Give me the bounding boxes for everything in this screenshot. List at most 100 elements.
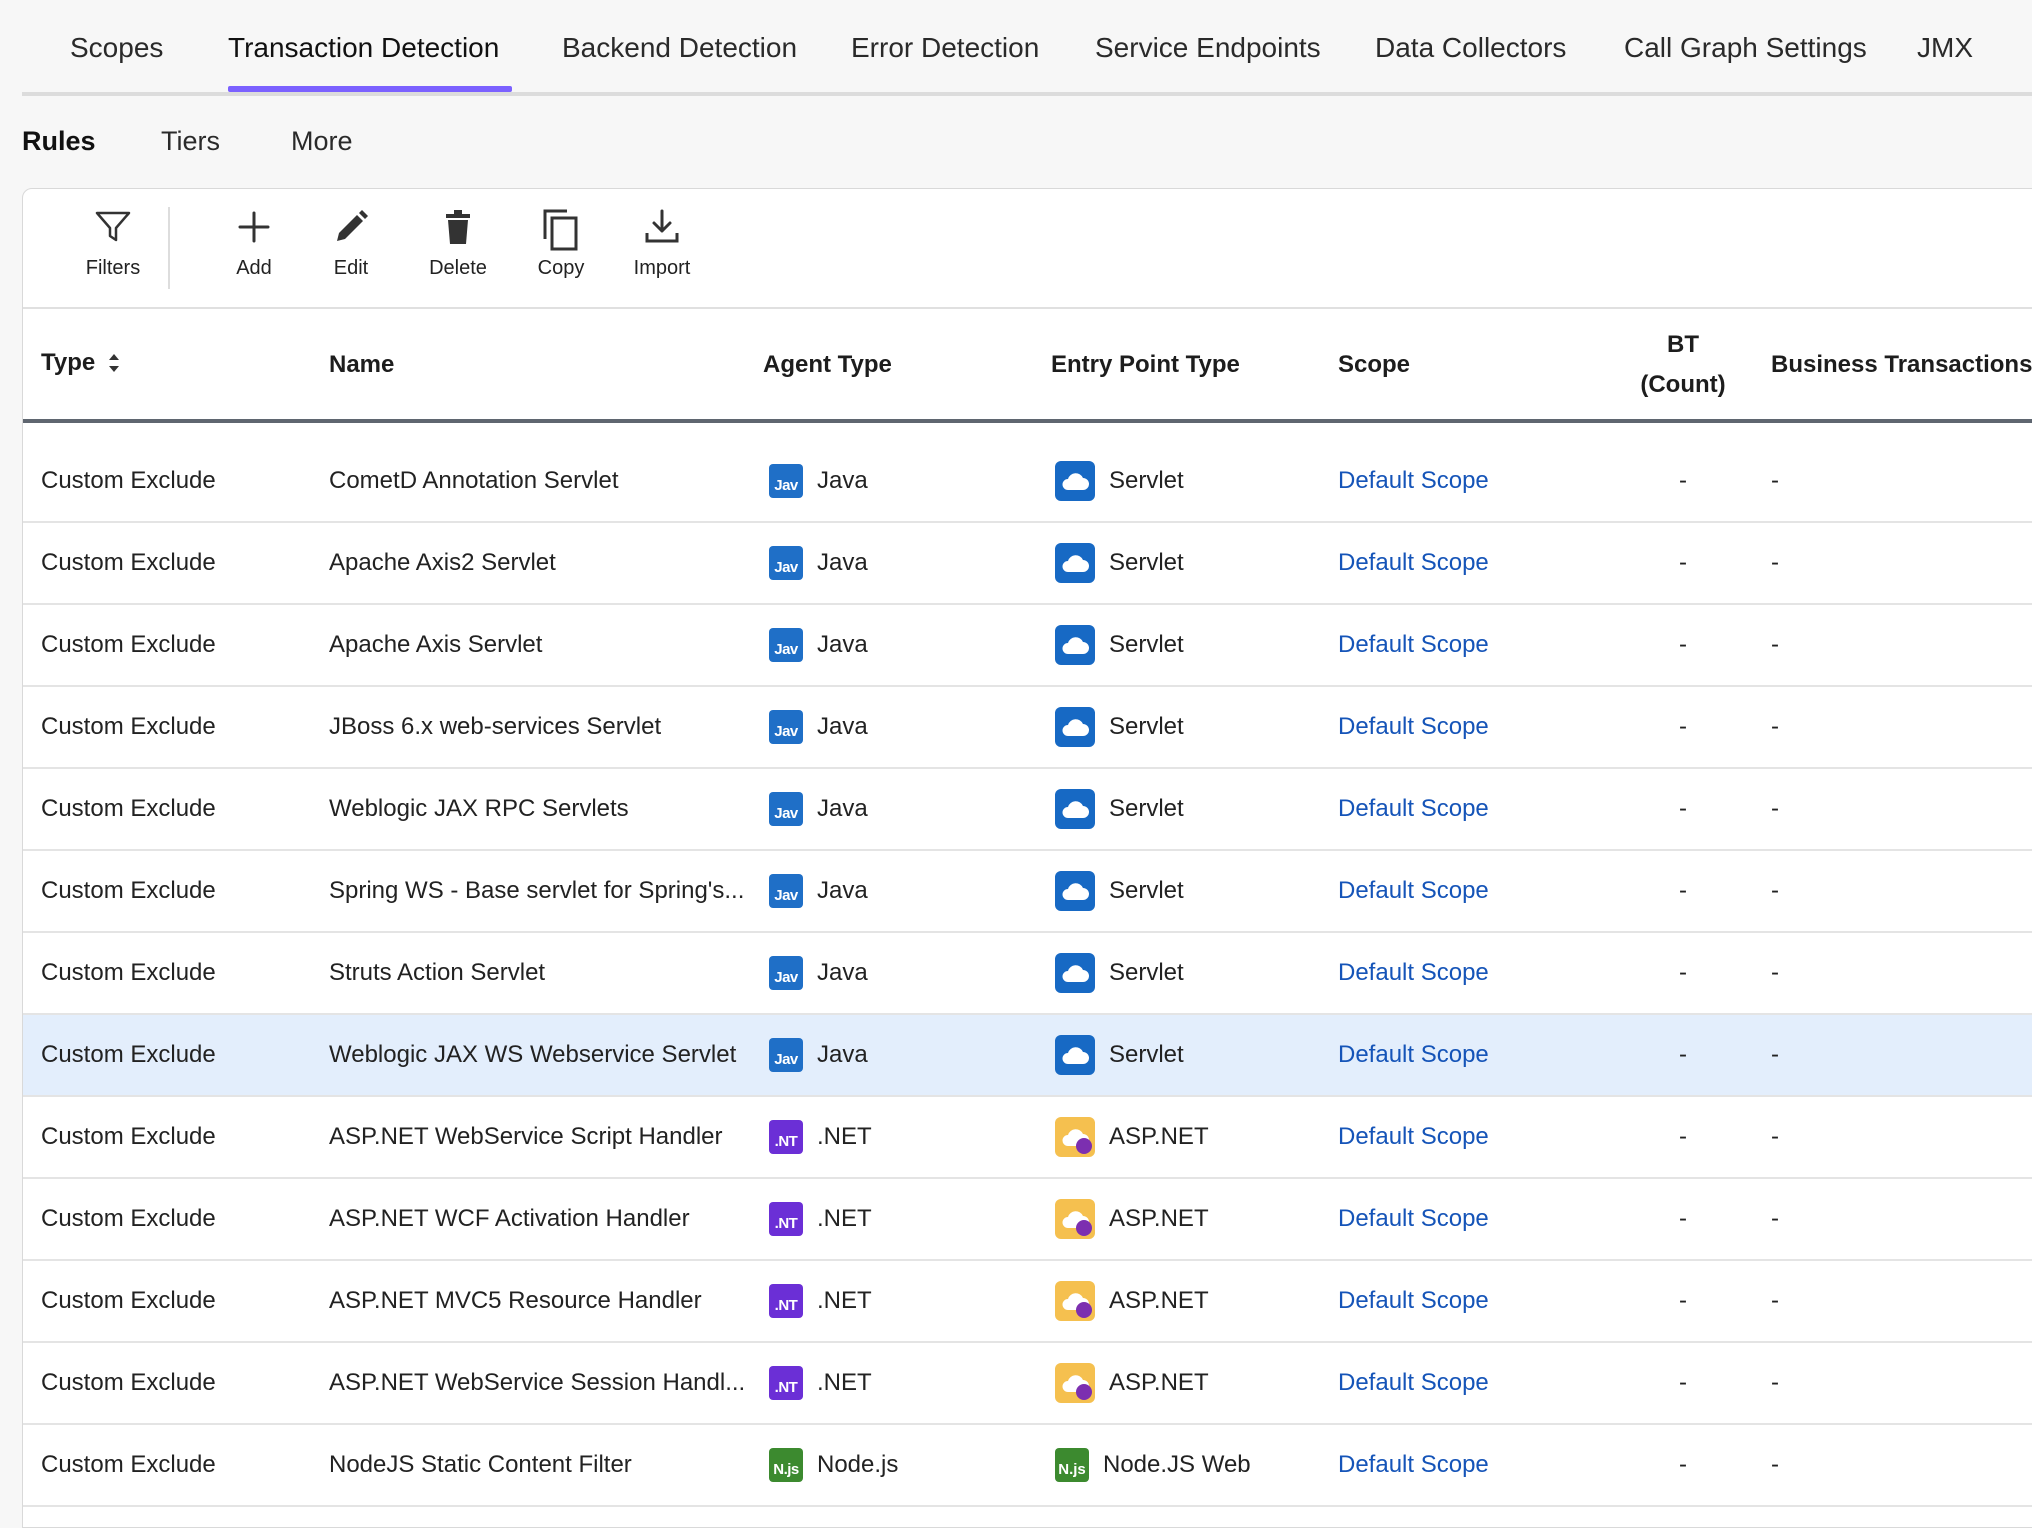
filters-button[interactable]: Filters	[63, 207, 163, 280]
column-bt-line1: BT	[1667, 331, 1699, 358]
java-agent-icon: Jav	[769, 956, 803, 990]
subtab-tiers[interactable]: Tiers	[161, 126, 220, 157]
agent-type-label: .NET	[817, 1123, 872, 1150]
cell-entry-point-type: N.js Node.JS Web	[1055, 1425, 1251, 1505]
scope-link[interactable]: Default Scope	[1338, 1041, 1489, 1069]
cell-entry-point-type: Servlet	[1055, 851, 1184, 931]
cell-agent-type: .NT .NET	[769, 1179, 872, 1259]
edit-button[interactable]: Edit	[316, 207, 386, 280]
cell-type: Custom Exclude	[41, 959, 216, 986]
entry-point-label: ASP.NET	[1109, 1123, 1209, 1150]
table-row[interactable]: Custom Exclude ASP.NET WCF Activation Han…	[23, 1179, 2032, 1261]
cell-business-transactions: -	[1771, 631, 1779, 658]
scope-link[interactable]: Default Scope	[1338, 795, 1489, 823]
filters-label: Filters	[85, 257, 141, 279]
table-row[interactable]: Custom Exclude NodeJS Static Content Filt…	[23, 1425, 2032, 1507]
entry-point-label: Servlet	[1109, 1041, 1184, 1068]
table-row[interactable]: Custom Exclude ASP.NET MVC5 Resource Hand…	[23, 1261, 2032, 1343]
cell-type: Custom Exclude	[41, 1205, 216, 1232]
scope-link[interactable]: Default Scope	[1338, 1123, 1489, 1151]
scope-link[interactable]: Default Scope	[1338, 877, 1489, 905]
cell-bt-count: -	[1679, 1123, 1687, 1150]
cell-entry-point-type: Servlet	[1055, 687, 1184, 767]
column-bt-count: BT (Count)	[1623, 331, 1743, 399]
tab-backend-detection[interactable]: Backend Detection	[562, 32, 797, 64]
tab-transaction-detection[interactable]: Transaction Detection	[228, 32, 499, 64]
tab-call-graph-settings[interactable]: Call Graph Settings	[1624, 32, 1867, 64]
scope-link[interactable]: Default Scope	[1338, 1205, 1489, 1233]
table-row[interactable]: Custom Exclude Spring WS - Base servlet f…	[23, 851, 2032, 933]
column-business-transactions: Business Transactions	[1771, 351, 2032, 378]
cell-type: Custom Exclude	[41, 1369, 216, 1396]
delete-button[interactable]: Delete	[413, 207, 503, 280]
tab-service-endpoints[interactable]: Service Endpoints	[1095, 32, 1321, 64]
cell-business-transactions: -	[1771, 1287, 1779, 1314]
column-type-label: Type	[41, 349, 96, 376]
table-row[interactable]: Custom Exclude Apache Axis2 Servlet Jav Jav…	[23, 523, 2032, 605]
scope-link[interactable]: Default Scope	[1338, 1287, 1489, 1315]
dotnet-agent-icon: .NT	[769, 1366, 803, 1400]
copy-label: Copy	[537, 257, 585, 279]
scope-link[interactable]: Default Scope	[1338, 549, 1489, 577]
cell-agent-type: Jav Java	[769, 605, 868, 685]
agent-type-label: Java	[817, 1041, 868, 1068]
entry-point-label: Servlet	[1109, 959, 1184, 986]
tab-jmx[interactable]: JMX	[1917, 32, 1973, 64]
trash-icon	[446, 210, 470, 244]
servlet-cloud-icon	[1055, 625, 1095, 665]
table-row[interactable]: Custom Exclude ASP.NET WebService Session…	[23, 1343, 2032, 1425]
cell-scope: Default Scope	[1338, 1179, 1489, 1259]
cell-business-transactions: -	[1771, 713, 1779, 740]
scope-link[interactable]: Default Scope	[1338, 631, 1489, 659]
aspnet-cloud-icon	[1055, 1199, 1095, 1239]
servlet-cloud-icon	[1055, 543, 1095, 583]
table-row[interactable]: Custom Exclude Weblogic JAX WS Webservice…	[23, 1015, 2032, 1097]
dotnet-agent-icon: .NT	[769, 1120, 803, 1154]
table-row[interactable]: Custom Exclude CometD Annotation Servlet J…	[23, 441, 2032, 523]
cell-scope: Default Scope	[1338, 851, 1489, 931]
scope-link[interactable]: Default Scope	[1338, 1451, 1489, 1479]
table-header: Type Name Agent Type Entry Point Type Sc…	[23, 309, 2032, 423]
cell-scope: Default Scope	[1338, 687, 1489, 767]
cell-agent-type: .NT .NET	[769, 1343, 872, 1423]
column-name: Name	[329, 351, 395, 378]
subtab-rules[interactable]: Rules	[22, 126, 96, 157]
scope-link[interactable]: Default Scope	[1338, 1369, 1489, 1397]
cell-business-transactions: -	[1771, 1041, 1779, 1068]
table-row[interactable]: Custom Exclude Apache Axis Servlet Jav Java…	[23, 605, 2032, 687]
top-tab-bar: Scopes Transaction Detection Backend Det…	[22, 0, 2032, 96]
cell-agent-type: Jav Java	[769, 687, 868, 767]
cell-type: Custom Exclude	[41, 467, 216, 494]
tab-error-detection[interactable]: Error Detection	[851, 32, 1039, 64]
cell-entry-point-type: Servlet	[1055, 1015, 1184, 1095]
column-agent-type: Agent Type	[763, 351, 892, 378]
table-row[interactable]: Custom Exclude ASP.NET WebService Script …	[23, 1097, 2032, 1179]
cell-business-transactions: -	[1771, 467, 1779, 494]
entry-point-label: ASP.NET	[1109, 1205, 1209, 1232]
entry-point-label: ASP.NET	[1109, 1287, 1209, 1314]
cell-agent-type: Jav Java	[769, 441, 868, 521]
table-row[interactable]: Custom Exclude Weblogic JAX RPC Servlets J…	[23, 769, 2032, 851]
nodejs-entry-icon: N.js	[1055, 1448, 1089, 1482]
entry-point-label: Servlet	[1109, 549, 1184, 576]
scope-link[interactable]: Default Scope	[1338, 713, 1489, 741]
table-row[interactable]: Custom Exclude JBoss 6.x web-services Ser…	[23, 687, 2032, 769]
agent-type-label: .NET	[817, 1369, 872, 1396]
column-type[interactable]: Type	[41, 349, 123, 377]
import-button[interactable]: Import	[621, 207, 703, 280]
scope-link[interactable]: Default Scope	[1338, 959, 1489, 987]
cell-bt-count: -	[1679, 795, 1687, 822]
scope-link[interactable]: Default Scope	[1338, 467, 1489, 495]
cell-agent-type: Jav Java	[769, 1015, 868, 1095]
copy-button[interactable]: Copy	[521, 207, 601, 280]
cell-business-transactions: -	[1771, 795, 1779, 822]
add-button[interactable]: Add	[219, 207, 289, 280]
cell-name: ASP.NET WebService Script Handler	[329, 1123, 723, 1150]
tab-data-collectors[interactable]: Data Collectors	[1375, 32, 1566, 64]
tab-scopes[interactable]: Scopes	[70, 32, 163, 64]
active-tab-indicator	[228, 86, 512, 92]
java-agent-icon: Jav	[769, 464, 803, 498]
table-row[interactable]: Custom Exclude Struts Action Servlet Jav Ja…	[23, 933, 2032, 1015]
subtab-more[interactable]: More	[291, 126, 353, 157]
entry-point-label: ASP.NET	[1109, 1369, 1209, 1396]
